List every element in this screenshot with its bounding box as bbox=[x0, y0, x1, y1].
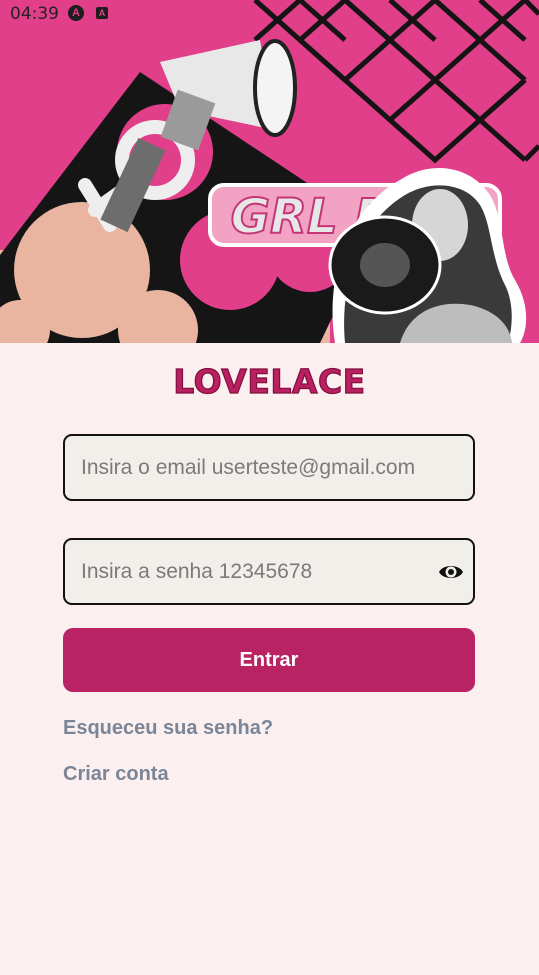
email-input[interactable] bbox=[65, 436, 473, 499]
login-button[interactable]: Entrar bbox=[63, 628, 475, 692]
forgot-password-link[interactable]: Esqueceu sua senha? bbox=[63, 717, 273, 740]
status-bar: 04:39 A A bbox=[0, 0, 539, 28]
password-field[interactable] bbox=[63, 538, 475, 605]
hero-illustration: GRL PWR bbox=[0, 0, 539, 343]
hero-banner-image: GRL PWR 04:39 A A bbox=[0, 0, 539, 343]
eye-icon[interactable] bbox=[437, 560, 465, 584]
create-account-link[interactable]: Criar conta bbox=[63, 763, 169, 786]
app-logo: LOVELACE bbox=[173, 361, 366, 401]
app-a-icon: A bbox=[68, 5, 84, 21]
password-input[interactable] bbox=[65, 540, 473, 603]
app-b-icon: A bbox=[96, 7, 108, 19]
status-time: 04:39 bbox=[10, 4, 59, 24]
email-field[interactable] bbox=[63, 434, 475, 501]
